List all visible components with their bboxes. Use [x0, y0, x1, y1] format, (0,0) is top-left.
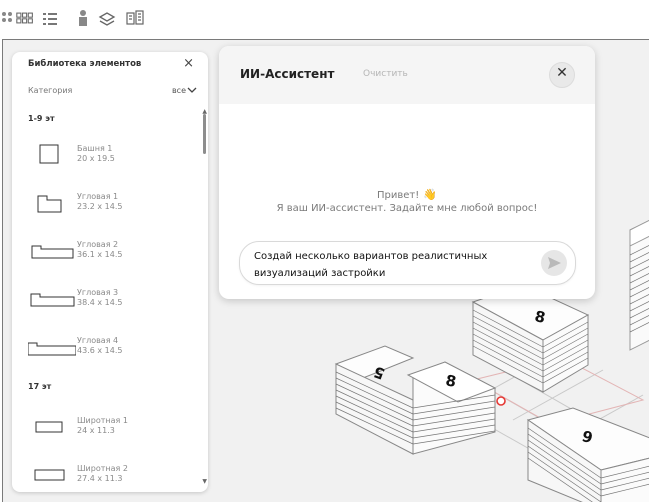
- close-button[interactable]: ✕: [549, 62, 575, 88]
- 3d-view-icon[interactable]: [124, 9, 146, 27]
- greeting-text: Привет!: [377, 190, 420, 201]
- item-dims: 20 x 19.5: [77, 154, 115, 163]
- item-name: Угловая 2: [77, 240, 119, 249]
- building-grid-icon[interactable]: [16, 9, 34, 27]
- item-name: Широтная 1: [77, 416, 128, 425]
- top-toolbar: [0, 0, 649, 38]
- assistant-title: ИИ-Ассистент: [240, 67, 335, 81]
- close-icon[interactable]: ×: [183, 56, 194, 71]
- building-block-bottom[interactable]: 9: [526, 407, 649, 502]
- item-name: Угловая 3: [77, 288, 119, 297]
- send-icon: [548, 257, 561, 269]
- location-marker-icon[interactable]: [496, 396, 506, 406]
- ai-assistant-panel: ИИ-Ассистент Очистить ✕ Привет! 👋 Я ваш И…: [219, 46, 595, 299]
- tower-shape-icon: [39, 144, 59, 164]
- scrollbar[interactable]: [200, 108, 208, 490]
- item-dims: 38.4 x 14.5: [77, 298, 123, 307]
- assistant-header: ИИ-Ассистент Очистить ✕: [219, 46, 595, 104]
- greeting-line-1: Привет! 👋: [219, 188, 595, 201]
- item-name: Башня 1: [77, 144, 113, 153]
- element-list: 1-9 эт Башня 1 20 x 19.5 Угловая 1 23.2 …: [12, 108, 200, 492]
- list-icon[interactable]: [42, 9, 58, 27]
- item-dims: 43.6 x 14.5: [77, 346, 123, 355]
- message-input[interactable]: Создай несколько вариантов реалистичных …: [239, 241, 576, 285]
- category-label: Категория: [28, 86, 73, 95]
- list-item[interactable]: Угловая 1 23.2 x 14.5: [12, 184, 200, 224]
- chevron-down-icon[interactable]: [187, 85, 197, 95]
- person-marker-icon[interactable]: [75, 9, 91, 27]
- corner-shape-icon: [30, 293, 75, 307]
- building-block-tall[interactable]: [629, 219, 649, 351]
- building-block-center[interactable]: 5 8: [334, 345, 497, 455]
- item-dims: 23.2 x 14.5: [77, 202, 123, 211]
- slab-shape-icon: [35, 421, 63, 433]
- library-title: Библиотека элементов: [28, 59, 142, 69]
- list-item[interactable]: Широтная 1 24 x 11.3: [12, 408, 200, 448]
- list-item[interactable]: Угловая 4 43.6 x 14.5: [12, 328, 200, 368]
- category-select[interactable]: все: [172, 86, 186, 95]
- element-library-panel: Библиотека элементов × Категория все 1-9…: [12, 52, 208, 492]
- waving-hand-icon: 👋: [423, 188, 437, 201]
- corner-shape-icon: [37, 195, 62, 213]
- scroll-down-icon[interactable]: ▼: [202, 478, 207, 485]
- clear-button[interactable]: Очистить: [363, 69, 408, 79]
- greeting-line-2: Я ваш ИИ-ассистент. Задайте мне любой во…: [276, 203, 538, 214]
- message-input-text[interactable]: Создай несколько вариантов реалистичных …: [254, 248, 529, 282]
- corner-shape-icon: [31, 245, 74, 259]
- list-item[interactable]: Широтная 2 27.4 x 11.3: [12, 456, 200, 492]
- section-heading: 1-9 эт: [28, 114, 55, 123]
- send-button[interactable]: [541, 250, 567, 276]
- item-name: Широтная 2: [77, 464, 128, 473]
- slab-shape-icon: [34, 469, 65, 481]
- item-name: Угловая 1: [77, 192, 119, 201]
- close-icon: ✕: [556, 65, 568, 81]
- item-dims: 36.1 x 14.5: [77, 250, 123, 259]
- list-item[interactable]: Угловая 3 38.4 x 14.5: [12, 280, 200, 320]
- item-dims: 27.4 x 11.3: [77, 474, 123, 483]
- list-item[interactable]: Башня 1 20 x 19.5: [12, 136, 200, 176]
- list-item[interactable]: Угловая 2 36.1 x 14.5: [12, 232, 200, 272]
- scrollbar-thumb[interactable]: [203, 114, 206, 154]
- item-dims: 24 x 11.3: [77, 426, 115, 435]
- section-heading: 17 эт: [28, 382, 52, 391]
- item-name: Угловая 4: [77, 336, 119, 345]
- corner-shape-icon: [28, 342, 76, 356]
- layers-icon[interactable]: [98, 9, 116, 27]
